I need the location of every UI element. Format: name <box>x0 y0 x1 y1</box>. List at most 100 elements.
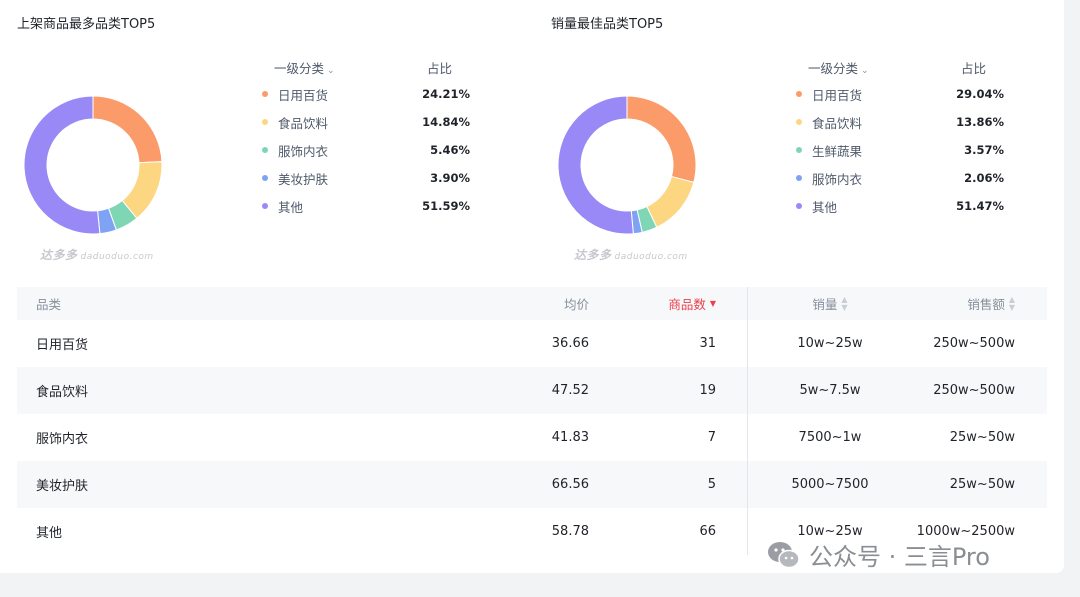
cell-price: 47.52 <box>551 383 589 398</box>
legend-item-name: 日用百货 <box>278 87 329 103</box>
cell-amount: 250w~500w <box>933 336 1015 351</box>
donut-slice[interactable] <box>92 96 162 164</box>
donut-slice[interactable] <box>626 96 696 183</box>
legend-item-percent: 51.59% <box>422 199 470 213</box>
cell-count: 5 <box>707 477 716 492</box>
legend-item-percent: 29.04% <box>956 87 1004 101</box>
left-legend-header: 一级分类 ⌄ 占比 <box>260 54 470 80</box>
legend-item-name: 食品饮料 <box>278 115 329 131</box>
legend-item[interactable]: 日用百货 24.21% <box>260 80 470 108</box>
share-header: 占比 <box>426 60 452 76</box>
chevron-down-icon: ⌄ <box>327 65 335 76</box>
cell-count: 66 <box>699 524 716 539</box>
legend-item[interactable]: 其他 51.59% <box>260 192 470 220</box>
legend-item[interactable]: 生鲜蔬果 3.57% <box>794 136 1004 164</box>
cell-sales: 5w~7.5w <box>799 383 861 398</box>
sort-icon: ▲ ▼ <box>1008 294 1015 312</box>
sort-icon: ▲ ▼ <box>841 294 848 312</box>
legend-item[interactable]: 食品饮料 14.84% <box>260 108 470 136</box>
sort-desc-icon: ▼ <box>709 298 716 308</box>
share-header: 占比 <box>960 60 986 76</box>
legend-item-percent: 13.86% <box>956 115 1004 129</box>
legend-dot-icon <box>262 147 268 153</box>
table-row[interactable]: 日用百货 36.66 31 10w~25w 250w~500w <box>17 320 1047 367</box>
right-watermark: 达多多 daduoduo.com <box>574 248 688 262</box>
legend-dot-icon <box>262 91 268 97</box>
legend-dot-icon <box>796 147 802 153</box>
legend-item-name: 其他 <box>278 199 304 215</box>
legend-item-percent: 24.21% <box>422 87 470 101</box>
cell-category: 服饰内衣 <box>36 432 89 447</box>
chevron-down-icon: ⌄ <box>861 65 869 76</box>
cell-sales: 7500~1w <box>798 430 862 445</box>
cell-category: 美妆护肤 <box>36 479 89 494</box>
header-sales-sort[interactable]: 销量 ▲ ▼ <box>747 287 913 320</box>
legend-item-name: 生鲜蔬果 <box>812 143 863 159</box>
cell-category: 日用百货 <box>36 338 89 353</box>
wechat-watermark: 公众号 · 三言Pro <box>767 537 990 572</box>
legend-dot-icon <box>262 203 268 209</box>
category-level-select[interactable]: 一级分类 ⌄ <box>794 58 869 77</box>
left-legend: 一级分类 ⌄ 占比 日用百货 24.21% 食品饮料 14.84% 服饰内衣 5.46% 美妆… <box>260 54 470 220</box>
legend-item[interactable]: 其他 51.47% <box>794 192 1004 220</box>
cell-price: 36.66 <box>551 336 589 351</box>
right-legend: 一级分类 ⌄ 占比 日用百货 29.04% 食品饮料 13.86% 生鲜蔬果 3.57% 服饰… <box>794 54 1004 220</box>
cell-price: 66.56 <box>551 477 589 492</box>
cell-count: 7 <box>707 430 716 445</box>
header-amount-sort[interactable]: 销售额 ▲ ▼ <box>967 287 1015 320</box>
cell-amount: 25w~50w <box>949 477 1015 492</box>
cell-sales: 10w~25w <box>797 336 863 351</box>
table-body: 日用百货 36.66 31 10w~25w 250w~500w 食品饮料 47.52 19 5w… <box>17 320 1047 555</box>
left-donut-chart <box>24 96 162 234</box>
legend-item[interactable]: 服饰内衣 2.06% <box>794 164 1004 192</box>
cell-sales: 5000~7500 <box>791 477 869 492</box>
category-level-select[interactable]: 一级分类 ⌄ <box>260 58 335 77</box>
cell-price: 41.83 <box>551 430 589 445</box>
legend-item[interactable]: 日用百货 29.04% <box>794 80 1004 108</box>
legend-item-percent: 3.90% <box>430 171 470 185</box>
right-legend-header: 一级分类 ⌄ 占比 <box>794 54 1004 80</box>
left-panel-title: 上架商品最多品类TOP5 <box>17 17 156 32</box>
header-count-sort[interactable]: 商品数 ▼ <box>668 287 716 320</box>
legend-item-percent: 14.84% <box>422 115 470 129</box>
donut-slice[interactable] <box>646 175 695 228</box>
cell-amount: 25w~50w <box>949 430 1015 445</box>
legend-dot-icon <box>796 203 802 209</box>
cell-count: 31 <box>699 336 716 351</box>
table-row[interactable]: 食品饮料 47.52 19 5w~7.5w 250w~500w <box>17 367 1047 414</box>
table-header: 品类 均价 商品数 ▼ 销量 ▲ ▼ 销售额 ▲ ▼ <box>17 287 1047 320</box>
legend-item-name: 美妆护肤 <box>278 171 329 187</box>
legend-item-percent: 51.47% <box>956 199 1004 213</box>
legend-item-name: 日用百货 <box>812 87 863 103</box>
cell-category: 食品饮料 <box>36 385 89 400</box>
category-table: 品类 均价 商品数 ▼ 销量 ▲ ▼ 销售额 ▲ ▼ 日用百货 36.66 31 10w~25w… <box>17 287 1047 555</box>
cell-count: 19 <box>699 383 716 398</box>
wechat-icon <box>768 541 800 568</box>
legend-item[interactable]: 服饰内衣 5.46% <box>260 136 470 164</box>
legend-item-percent: 5.46% <box>430 143 470 157</box>
legend-item-name: 其他 <box>812 199 838 215</box>
legend-dot-icon <box>796 91 802 97</box>
table-row[interactable]: 美妆护肤 66.56 5 5000~7500 25w~50w <box>17 461 1047 508</box>
header-category: 品类 <box>36 297 62 312</box>
legend-item-percent: 3.57% <box>964 143 1004 157</box>
cell-amount: 250w~500w <box>933 383 1015 398</box>
legend-item-name: 食品饮料 <box>812 115 863 131</box>
donut-slice[interactable] <box>24 96 101 234</box>
legend-dot-icon <box>796 119 802 125</box>
legend-item[interactable]: 食品饮料 13.86% <box>794 108 1004 136</box>
table-row[interactable]: 服饰内衣 41.83 7 7500~1w 25w~50w <box>17 414 1047 461</box>
column-divider <box>747 287 748 555</box>
header-price: 均价 <box>563 297 589 312</box>
legend-dot-icon <box>262 119 268 125</box>
right-panel-title: 销量最佳品类TOP5 <box>551 17 664 32</box>
legend-dot-icon <box>796 175 802 181</box>
donut-slice[interactable] <box>558 96 634 234</box>
category-analysis-card: 上架商品最多品类TOP5 达多多 daduoduo.com 一级分类 ⌄ 占比 日用… <box>0 0 1064 573</box>
legend-item-name: 服饰内衣 <box>278 143 329 159</box>
right-donut-chart <box>558 96 696 234</box>
legend-item-percent: 2.06% <box>964 171 1004 185</box>
left-watermark: 达多多 daduoduo.com <box>40 248 154 262</box>
legend-item[interactable]: 美妆护肤 3.90% <box>260 164 470 192</box>
legend-dot-icon <box>262 175 268 181</box>
